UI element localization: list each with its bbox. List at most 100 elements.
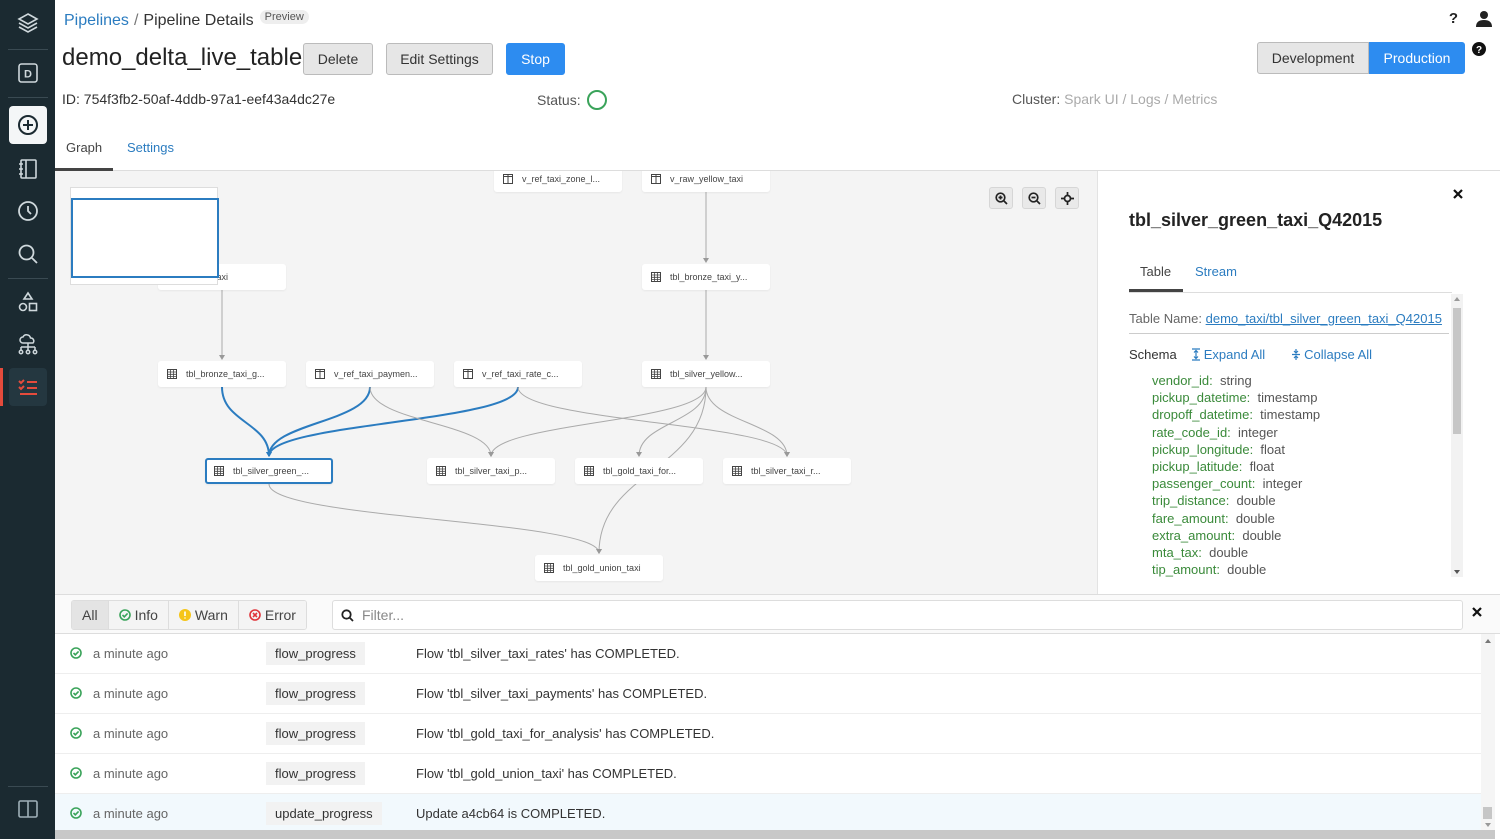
cluster-links[interactable]: Spark UI / Logs / Metrics bbox=[1064, 91, 1217, 107]
help-icon[interactable]: ? bbox=[1449, 10, 1458, 27]
log-event-type: flow_progress bbox=[266, 682, 365, 705]
breadcrumb-pipelines-link[interactable]: Pipelines bbox=[64, 12, 129, 30]
tab-table[interactable]: Table bbox=[1140, 264, 1171, 279]
filter-info-button[interactable]: Info bbox=[108, 601, 169, 629]
clock-history-icon[interactable] bbox=[9, 192, 47, 230]
graph-node-v-raw-yellow-taxi[interactable]: v_raw_yellow_taxi bbox=[642, 171, 770, 192]
sidebar-divider bbox=[8, 786, 48, 787]
notebook-icon[interactable] bbox=[9, 150, 47, 188]
filter-error-button[interactable]: Error bbox=[238, 601, 306, 629]
graph-minimap[interactable] bbox=[70, 187, 219, 285]
log-row[interactable]: a minute ago flow_progress Flow 'tbl_silve… bbox=[55, 634, 1481, 674]
table-icon bbox=[584, 466, 594, 476]
scroll-down-arrow-icon[interactable] bbox=[1454, 570, 1460, 574]
crosshair-fit-icon bbox=[1060, 191, 1074, 205]
sidebar-divider bbox=[8, 97, 48, 98]
view-icon bbox=[315, 369, 325, 379]
graph-node-tbl-bronze-taxi-g[interactable]: tbl_bronze_taxi_g... bbox=[158, 361, 286, 387]
schema-field: rate_code_id: integer bbox=[1152, 424, 1320, 441]
graph-node-tbl-silver-taxi-p[interactable]: tbl_silver_taxi_p... bbox=[427, 458, 555, 484]
delete-button[interactable]: Delete bbox=[303, 43, 373, 75]
zoom-in-button[interactable] bbox=[989, 187, 1013, 209]
table-name-link[interactable]: demo_taxi/tbl_silver_green_taxi_Q42015 bbox=[1206, 311, 1442, 326]
graph-node-tbl-gold-union-taxi[interactable]: tbl_gold_union_taxi bbox=[535, 555, 663, 581]
sidebar-divider bbox=[8, 278, 48, 279]
collapse-all-button[interactable]: Collapse All bbox=[1291, 347, 1372, 362]
schema-field: pickup_latitude: float bbox=[1152, 458, 1320, 475]
databricks-logo-icon[interactable] bbox=[9, 4, 47, 42]
cloud-network-icon[interactable] bbox=[9, 326, 47, 364]
log-scroll-thumb[interactable] bbox=[1483, 807, 1492, 819]
graph-node-v-ref-taxi-zone[interactable]: v_ref_taxi_zone_l... bbox=[494, 171, 622, 192]
breadcrumb-current: Pipeline Details bbox=[143, 12, 254, 29]
panel-toggle-icon[interactable] bbox=[9, 790, 47, 828]
edge-arrow-icon bbox=[636, 452, 642, 457]
user-account-icon[interactable] bbox=[1476, 10, 1492, 27]
close-log-icon[interactable] bbox=[1472, 607, 1482, 617]
stop-button[interactable]: Stop bbox=[506, 43, 565, 75]
search-icon[interactable] bbox=[9, 235, 47, 273]
log-row[interactable]: a minute ago flow_progress Flow 'tbl_silve… bbox=[55, 674, 1481, 714]
graph-node-tbl-bronze-taxi-y[interactable]: tbl_bronze_taxi_y... bbox=[642, 264, 770, 290]
development-mode-button[interactable]: Development bbox=[1257, 42, 1369, 74]
field-name: rate_code_id: bbox=[1152, 424, 1231, 440]
pipeline-status: Status: bbox=[537, 90, 607, 110]
collapse-all-label: Collapse All bbox=[1304, 347, 1373, 362]
checklist-jobs-icon[interactable] bbox=[9, 368, 47, 406]
zoom-out-button[interactable] bbox=[1022, 187, 1046, 209]
horizontal-scrollbar[interactable] bbox=[55, 830, 1495, 839]
schema-field: trip_distance: double bbox=[1152, 492, 1320, 509]
error-icon bbox=[249, 609, 261, 621]
schema-field: tip_amount: double bbox=[1152, 561, 1320, 578]
success-check-icon bbox=[70, 767, 82, 779]
log-event-type: update_progress bbox=[266, 802, 382, 825]
view-icon bbox=[503, 174, 513, 184]
scroll-up-arrow-icon[interactable] bbox=[1454, 297, 1460, 301]
log-row[interactable]: a minute ago flow_progress Flow 'tbl_gold_… bbox=[55, 754, 1481, 794]
log-filter-input[interactable] bbox=[362, 607, 1362, 623]
production-mode-button[interactable]: Production bbox=[1369, 42, 1465, 74]
minimap-viewport[interactable] bbox=[71, 198, 219, 278]
sidebar-divider bbox=[8, 49, 48, 50]
log-filter-box[interactable] bbox=[332, 600, 1463, 630]
field-type: integer bbox=[1230, 424, 1278, 440]
edit-settings-button[interactable]: Edit Settings bbox=[386, 43, 493, 75]
log-scrollbar[interactable] bbox=[1481, 634, 1495, 830]
expand-all-button[interactable]: Expand All bbox=[1191, 347, 1265, 362]
graph-node-tbl-silver-yellow[interactable]: tbl_silver_yellow... bbox=[642, 361, 770, 387]
log-row[interactable]: a minute ago flow_progress Flow 'tbl_gold_… bbox=[55, 714, 1481, 754]
filter-warn-button[interactable]: Warn bbox=[168, 601, 239, 629]
filter-info-label: Info bbox=[134, 607, 158, 623]
graph-node-v-ref-taxi-rate[interactable]: v_ref_taxi_rate_c... bbox=[454, 361, 582, 387]
detail-scroll-thumb[interactable] bbox=[1453, 308, 1461, 434]
graph-edge bbox=[268, 386, 371, 457]
tab-graph[interactable]: Graph bbox=[66, 140, 102, 155]
fit-view-button[interactable] bbox=[1055, 187, 1079, 209]
log-row[interactable]: a minute ago update_progress Update a4cb64… bbox=[55, 794, 1481, 834]
close-panel-icon[interactable] bbox=[1453, 189, 1463, 199]
view-icon bbox=[463, 369, 473, 379]
graph-node-label: v_ref_taxi_paymen... bbox=[334, 369, 418, 379]
graph-node-tbl-silver-green[interactable]: tbl_silver_green_... bbox=[205, 458, 333, 484]
detail-scrollbar[interactable] bbox=[1451, 294, 1463, 577]
create-plus-icon[interactable] bbox=[9, 106, 47, 144]
filter-all-button[interactable]: All bbox=[72, 601, 109, 629]
edge-arrow-icon bbox=[488, 452, 494, 457]
pipeline-graph-canvas[interactable]: v_ref_taxi_zone_l...v_raw_yellow_taxigre… bbox=[55, 171, 1097, 594]
table-icon bbox=[167, 369, 177, 379]
shapes-icon[interactable] bbox=[9, 283, 47, 321]
table-name-row: Table Name: demo_taxi/tbl_silver_green_t… bbox=[1129, 311, 1442, 326]
log-scroll-down-icon[interactable] bbox=[1485, 823, 1491, 827]
workspace-d-icon[interactable]: D bbox=[9, 54, 47, 92]
mode-help-icon[interactable]: ? bbox=[1472, 42, 1486, 56]
graph-edge bbox=[268, 386, 519, 457]
pipeline-id: ID: 754f3fb2-50af-4ddb-97a1-eef43a4dc27e bbox=[62, 91, 336, 107]
tab-stream[interactable]: Stream bbox=[1195, 264, 1237, 279]
tab-settings[interactable]: Settings bbox=[127, 140, 174, 155]
graph-node-tbl-silver-taxi-r[interactable]: tbl_silver_taxi_r... bbox=[723, 458, 851, 484]
log-scroll-up-icon[interactable] bbox=[1485, 639, 1491, 643]
graph-node-v-ref-taxi-payment[interactable]: v_ref_taxi_paymen... bbox=[306, 361, 434, 387]
svg-text:D: D bbox=[24, 69, 32, 81]
warning-icon bbox=[178, 609, 191, 621]
graph-node-tbl-gold-taxi-for[interactable]: tbl_gold_taxi_for... bbox=[575, 458, 703, 484]
